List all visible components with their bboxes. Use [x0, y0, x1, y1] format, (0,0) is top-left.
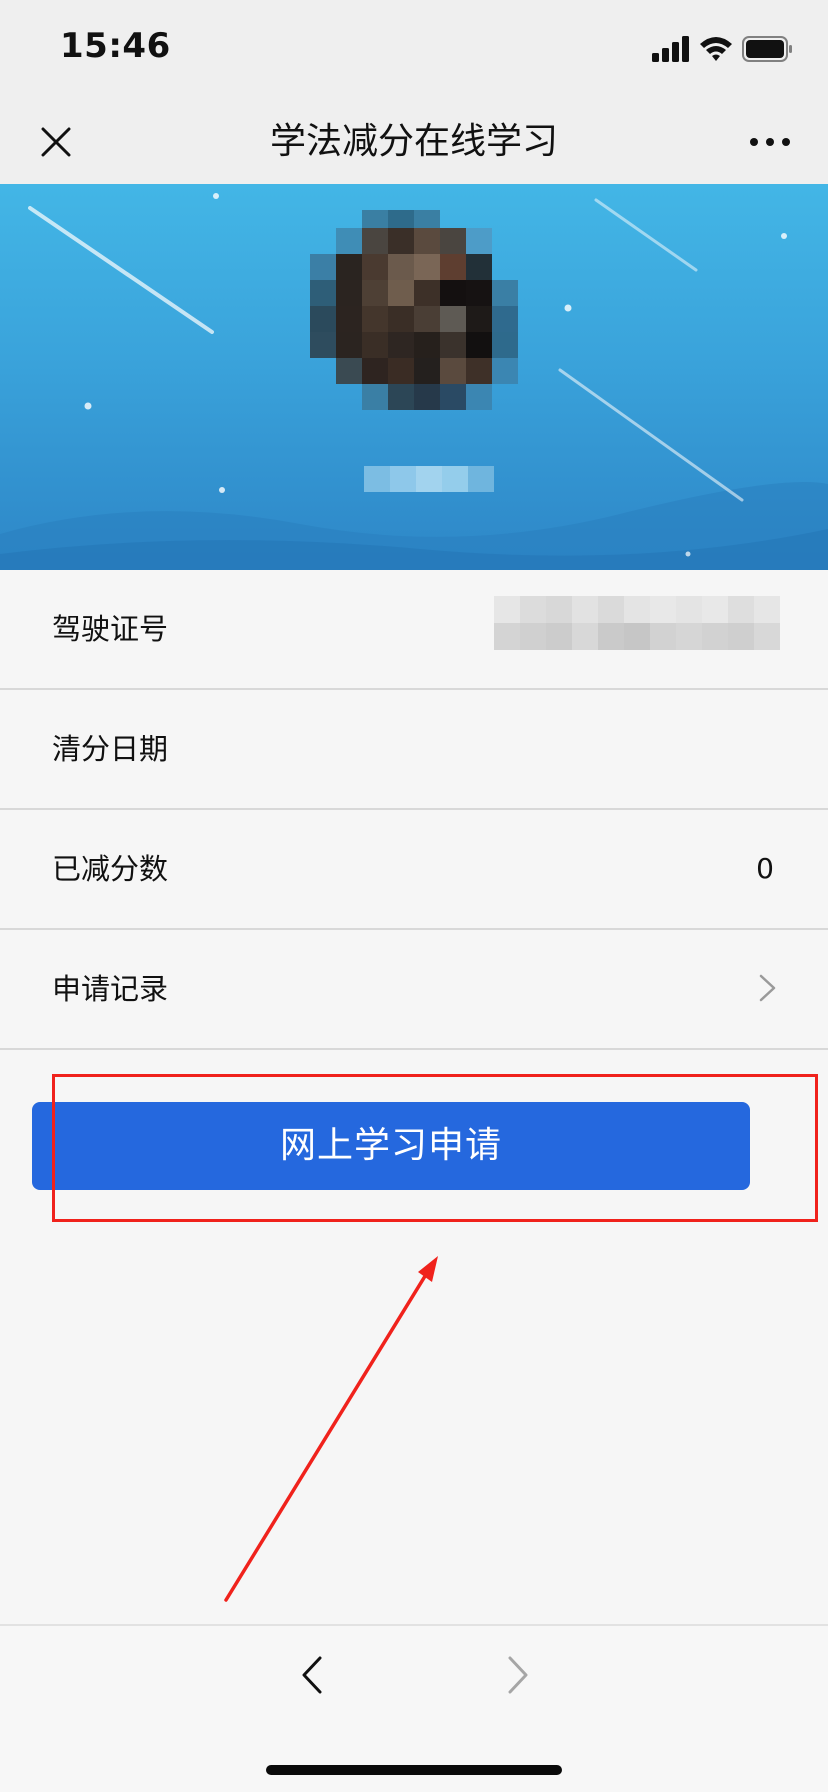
status-time: 15:46: [60, 26, 171, 66]
profile-banner: [0, 184, 828, 570]
wifi-icon: [700, 37, 732, 61]
close-icon[interactable]: [30, 116, 82, 168]
back-arrow-icon[interactable]: [290, 1650, 336, 1700]
deducted-points-row: 已减分数 0: [0, 810, 828, 930]
name-mosaic: [364, 466, 494, 492]
home-indicator[interactable]: [266, 1765, 562, 1775]
clear-date-label: 清分日期: [52, 732, 169, 766]
deducted-points-label: 已减分数: [52, 852, 169, 886]
application-records-label: 申请记录: [52, 972, 169, 1006]
online-study-apply-button[interactable]: 网上学习申请: [32, 1102, 750, 1190]
deducted-points-value: 0: [756, 852, 774, 885]
clear-date-row: 清分日期: [0, 690, 828, 810]
pixelated-avatar: [310, 210, 518, 410]
license-number-row: 驾驶证号: [0, 570, 828, 690]
application-records-row[interactable]: 申请记录: [0, 930, 828, 1050]
license-number-mosaic: [494, 596, 780, 650]
license-number-label: 驾驶证号: [52, 612, 169, 646]
forward-arrow-icon[interactable]: [494, 1650, 540, 1700]
battery-icon: [742, 36, 792, 62]
page-title: 学法减分在线学习: [269, 121, 558, 162]
signal-icon: [652, 36, 689, 62]
chevron-right-icon: [759, 974, 776, 1002]
more-icon[interactable]: [744, 124, 796, 160]
